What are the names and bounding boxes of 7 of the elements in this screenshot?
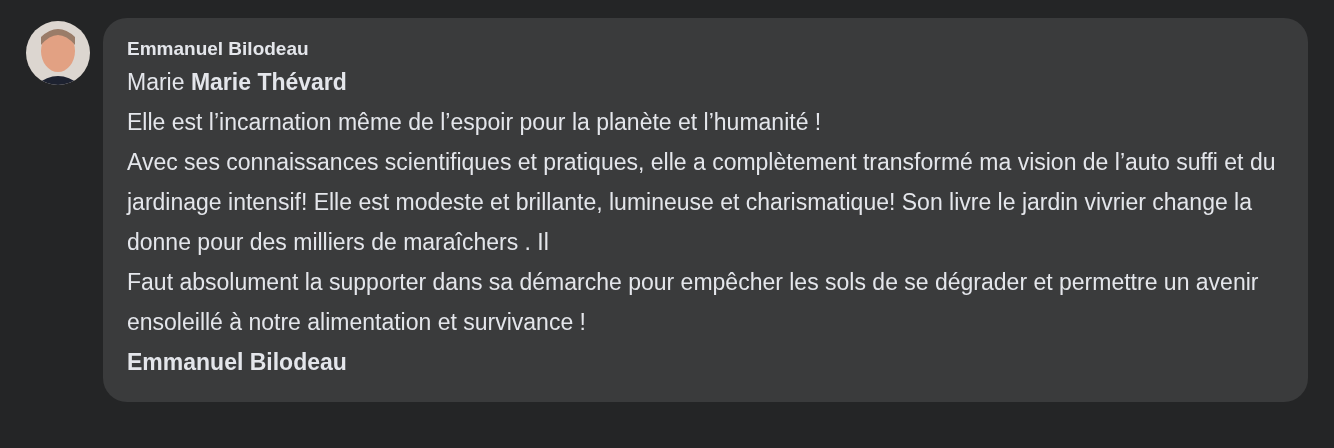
comment-text: Elle est l’incarnation même de l’espoir pour la planète et l’humanité ! — [127, 108, 823, 137]
comment-text: Avec ses connaissances scientifiques et pratiques, elle a complètement transformé ma vision de l’auto suffi et du jardinage intensif! Elle est modeste et brillante, lumineuse et charismatique! Son livre le jardin vivrier change la donne pour des milliers de maraîchers . Il — [127, 148, 1277, 257]
author-name[interactable]: Emmanuel Bilodeau — [127, 36, 309, 62]
comment-text: Faut absolument la supporter dans sa démarche pour empêcher les sols de se dégrader et permettre un avenir ensoleillé à notre alimentation et survivance ! — [127, 268, 1260, 337]
comment-text: Marie Marie Thévard — [127, 68, 347, 97]
signature-text: Emmanuel Bilodeau — [127, 348, 347, 377]
mention-link[interactable]: Marie Thévard — [190, 69, 347, 95]
